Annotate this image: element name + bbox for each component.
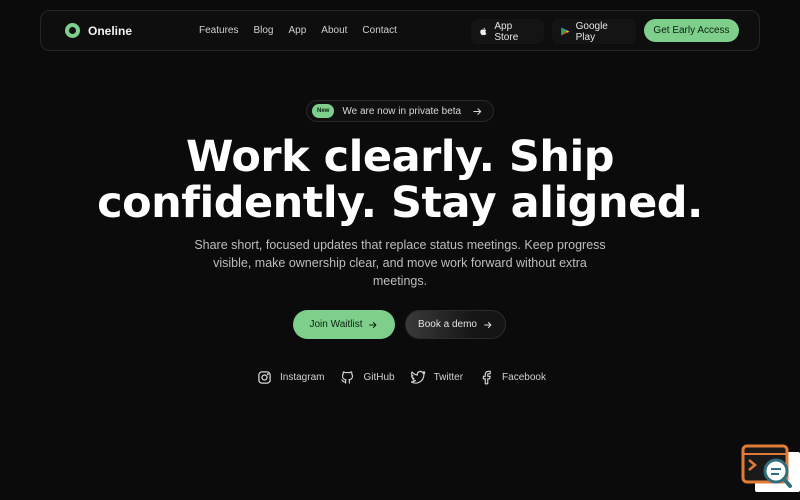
book-demo-button[interactable]: Book a demo: [405, 310, 506, 339]
social-label-facebook: Facebook: [502, 371, 546, 383]
social-link-facebook[interactable]: Facebook: [479, 370, 546, 385]
join-waitlist-button[interactable]: Join Waitlist: [293, 310, 395, 339]
join-waitlist-label: Join Waitlist: [309, 319, 363, 330]
nav-link-blog[interactable]: Blog: [253, 25, 273, 36]
nav-link-app[interactable]: App: [288, 25, 306, 36]
arrow-right-icon: [369, 321, 377, 328]
google-play-button[interactable]: Google Play: [552, 19, 636, 44]
top-navbar: Oneline Features Blog App About Contact …: [40, 10, 760, 51]
floating-help-widget[interactable]: [741, 444, 800, 492]
book-demo-label: Book a demo: [418, 319, 477, 330]
arrow-right-icon: [484, 321, 492, 328]
nav-link-contact[interactable]: Contact: [362, 25, 396, 36]
hero-headline: Work clearly. Ship confidently. Stay ali…: [80, 134, 720, 226]
app-store-label: App Store: [494, 20, 519, 43]
social-label-github: GitHub: [363, 371, 395, 383]
brand-logo-link[interactable]: Oneline: [65, 23, 132, 38]
nav-link-features[interactable]: Features: [199, 25, 238, 36]
get-early-access-button[interactable]: Get Early Access: [644, 19, 739, 42]
app-store-button[interactable]: App Store: [471, 19, 544, 44]
facebook-icon: [482, 370, 491, 384]
headline-line-2: confidently. Stay aligned.: [97, 178, 703, 228]
private-beta-announcement[interactable]: New We are now in private beta: [306, 100, 494, 122]
announcement-text: We are now in private beta: [342, 105, 462, 117]
brand-logo-icon: [65, 23, 80, 38]
google-play-icon: [561, 27, 570, 36]
hero-subtext: Share short, focused updates that replac…: [194, 238, 606, 288]
nav-link-about[interactable]: About: [321, 25, 347, 36]
apple-icon: [480, 27, 487, 36]
new-badge: New: [312, 104, 335, 118]
arrow-right-icon: [473, 108, 482, 115]
social-link-twitter[interactable]: Twitter: [410, 370, 464, 385]
social-label-instagram: Instagram: [280, 371, 325, 383]
instagram-icon: [258, 370, 271, 384]
github-icon: [341, 370, 354, 384]
headline-line-1: Work clearly. Ship: [185, 132, 615, 182]
twitter-icon: [410, 370, 425, 384]
social-link-instagram[interactable]: Instagram: [257, 370, 324, 385]
social-link-github[interactable]: GitHub: [340, 370, 395, 385]
terminal-search-icon: [741, 444, 792, 488]
social-label-twitter: Twitter: [433, 371, 464, 383]
social-links: Instagram GitHub Twitter Facebook: [257, 367, 562, 387]
google-play-label: Google Play: [575, 20, 608, 43]
nav-links: Features Blog App About Contact: [199, 11, 412, 50]
brand-name: Oneline: [88, 23, 133, 38]
